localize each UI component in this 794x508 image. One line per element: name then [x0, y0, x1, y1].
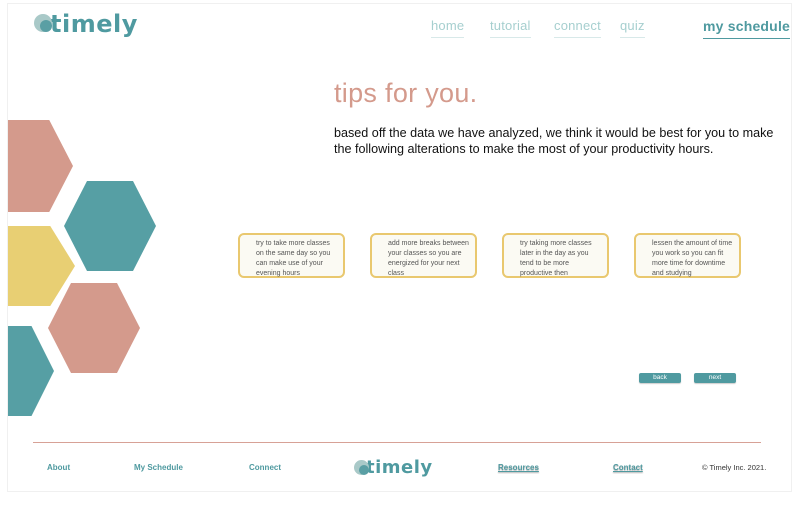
footer-link-about[interactable]: About — [47, 463, 70, 472]
tip-card: lessen the amount of time you work so yo… — [634, 233, 741, 278]
nav-quiz[interactable]: quiz — [620, 18, 645, 38]
nav-home[interactable]: home — [431, 18, 465, 38]
nav-connect[interactable]: connect — [554, 18, 601, 38]
decorative-hexagon-pink — [8, 120, 73, 212]
next-button[interactable]: next — [694, 373, 736, 383]
decorative-hexagon-yellow — [8, 226, 75, 306]
logo-wordmark: timely — [366, 457, 433, 478]
footer-link-contact[interactable]: Contact — [613, 463, 643, 472]
decorative-hexagon-teal — [64, 181, 156, 271]
header-logo[interactable]: timely — [34, 10, 138, 38]
footer-link-my-schedule[interactable]: My Schedule — [134, 463, 183, 472]
footer-divider — [33, 442, 761, 443]
nav-my-schedule[interactable]: my schedule — [703, 18, 791, 39]
decorative-hexagon-teal-2 — [8, 326, 54, 416]
logo-mark-icon — [354, 459, 372, 477]
footer-link-resources[interactable]: Resources — [498, 463, 539, 472]
footer-logo[interactable]: timely — [354, 457, 433, 478]
copyright-text: © Timely Inc. 2021. — [702, 463, 767, 472]
logo-mark-icon — [34, 13, 56, 35]
page-title: tips for you. — [334, 78, 478, 108]
nav-tutorial[interactable]: tutorial — [490, 18, 531, 38]
decorative-hexagon-pink-2 — [48, 283, 140, 373]
tip-card: try taking more classes later in the day… — [502, 233, 609, 278]
logo-wordmark: timely — [50, 10, 138, 38]
tip-card: try to take more classes on the same day… — [238, 233, 345, 278]
back-button[interactable]: back — [639, 373, 681, 383]
page-frame: timely home tutorial connect quiz my sch… — [8, 4, 791, 491]
intro-text: based off the data we have analyzed, we … — [334, 126, 774, 156]
tip-card: add more breaks between your classes so … — [370, 233, 477, 278]
footer-link-connect[interactable]: Connect — [249, 463, 281, 472]
